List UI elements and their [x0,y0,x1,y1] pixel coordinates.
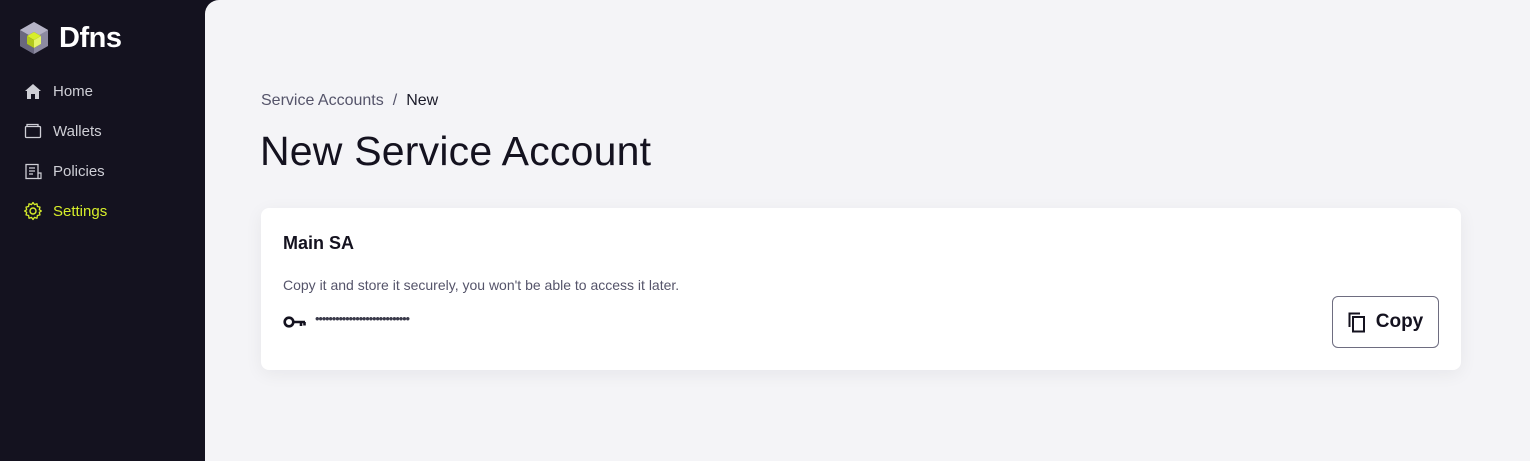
sidebar-item-label: Wallets [53,122,102,140]
sidebar-item-policies[interactable]: Policies [0,151,205,191]
sidebar: Dfns Home Wallets Policies Settings [0,0,205,461]
key-icon [283,312,307,332]
logo[interactable]: Dfns [18,21,122,55]
dfns-logo-icon [20,22,48,54]
secret-value: •••••••••••••••••••••••••••• [315,311,410,326]
sidebar-item-label: Home [53,82,94,100]
secret-row: •••••••••••••••••••••••••••• [283,311,410,332]
breadcrumb-current: New [406,92,439,109]
sidebar-nav: Home Wallets Policies Settings [0,71,205,231]
card-description: Copy it and store it securely, you won't… [283,277,680,293]
breadcrumb-separator: / [392,92,398,109]
breadcrumb: Service Accounts / New [261,92,438,110]
home-icon [23,81,43,101]
copy-button-label: Copy [1375,311,1424,332]
page-title: New Service Account [260,128,652,174]
copy-icon [1348,311,1368,333]
sidebar-item-label: Settings [53,202,108,220]
wallet-icon [23,121,43,141]
policies-icon [23,161,43,181]
sidebar-item-settings[interactable]: Settings [0,191,205,231]
breadcrumb-link-service-accounts[interactable]: Service Accounts [261,92,384,110]
app-name: Dfns [59,21,122,54]
gear-icon [23,201,43,221]
sidebar-item-home[interactable]: Home [0,71,205,111]
sidebar-item-label: Policies [53,162,105,180]
card-title: Main SA [283,233,355,253]
sidebar-item-wallets[interactable]: Wallets [0,111,205,151]
service-account-card: Main SA Copy it and store it securely, y… [261,208,1461,370]
copy-button[interactable]: Copy [1332,296,1439,348]
main-content: Service Accounts / New New Service Accou… [205,0,1530,461]
